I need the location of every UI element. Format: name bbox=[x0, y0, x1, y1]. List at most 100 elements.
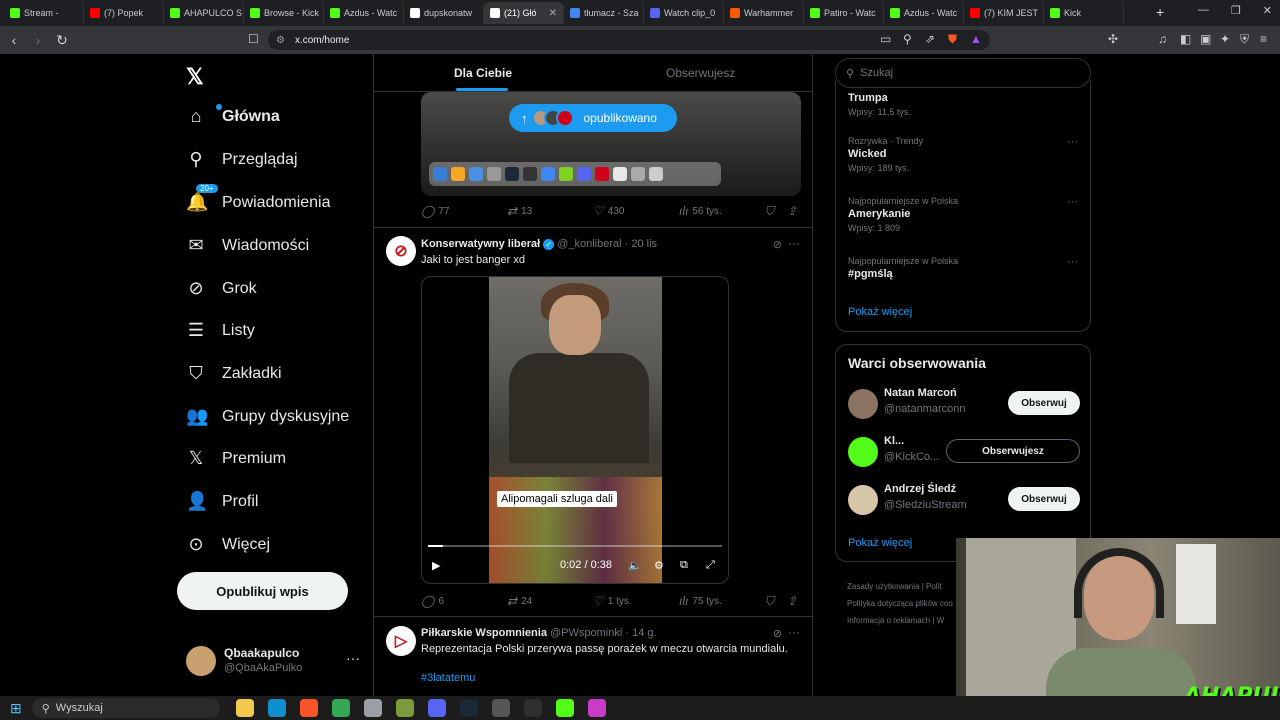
zoom-icon[interactable]: ⚲ bbox=[903, 32, 912, 46]
browser-tab[interactable]: dupskonatw bbox=[404, 2, 484, 24]
trend-item[interactable]: Rozrywka · Trendy Wicked Wpisy: 189 tys.… bbox=[848, 136, 1078, 173]
post-button[interactable]: Opublikuj wpis bbox=[177, 572, 348, 610]
more-options-icon[interactable]: ··· bbox=[1067, 256, 1078, 268]
more-options-icon[interactable]: ··· bbox=[346, 650, 360, 666]
app-icon[interactable] bbox=[363, 699, 382, 717]
windows-start-icon[interactable]: ⊞ bbox=[10, 700, 22, 717]
restore-icon[interactable]: ❐ bbox=[1231, 4, 1241, 17]
views-button[interactable]: ılı 56 tys. bbox=[679, 204, 722, 218]
follow-button[interactable]: Obserwuj bbox=[1008, 487, 1080, 511]
tab-following[interactable]: Obserwujesz bbox=[666, 66, 735, 80]
browser-tab[interactable]: Browse - Kick bbox=[244, 2, 324, 24]
account-switcher[interactable]: Qbaakapulco @QbaAkaPulko ··· bbox=[186, 644, 366, 678]
browser-tab[interactable]: Warhammer bbox=[724, 2, 804, 24]
nav-item-grok[interactable]: ⊘ Grok bbox=[186, 278, 256, 299]
nav-item-x-premium[interactable]: 𝕏 Premium bbox=[186, 448, 286, 469]
forward-icon[interactable]: › bbox=[28, 32, 48, 48]
like-button[interactable]: ♡ 430 bbox=[593, 204, 624, 218]
avatar[interactable]: ⊘ bbox=[386, 236, 416, 266]
suggested-account[interactable]: Natan Marcoń @natanmarconn Obserwuj bbox=[848, 387, 1080, 421]
back-icon[interactable]: ‹ bbox=[4, 32, 24, 48]
hashtag-link[interactable]: #3latatemu bbox=[421, 672, 475, 684]
brave-icon[interactable] bbox=[299, 699, 318, 717]
brave-shield-icon[interactable]: ⛊ bbox=[948, 32, 957, 47]
browser-tab[interactable]: Azdus - Watc bbox=[884, 2, 964, 24]
views-button[interactable]: ılı 75 tys. bbox=[679, 594, 722, 608]
sidebar-icon[interactable]: ◧ bbox=[1180, 32, 1191, 46]
footer-link[interactable]: Informacja o reklamach | W bbox=[847, 612, 953, 629]
avatar[interactable] bbox=[848, 485, 878, 515]
x-logo-icon[interactable]: 𝕏 bbox=[186, 64, 204, 90]
author-name[interactable]: Konserwatywny liberał bbox=[421, 238, 540, 250]
avatar[interactable] bbox=[848, 389, 878, 419]
file-explorer-icon[interactable] bbox=[235, 699, 254, 717]
author-handle[interactable]: @PWspominki bbox=[550, 627, 622, 639]
more-options-icon[interactable]: ··· bbox=[1067, 136, 1078, 148]
reply-button[interactable]: ◯ 77 bbox=[421, 204, 450, 218]
media-icon[interactable]: ♫ bbox=[1158, 32, 1167, 46]
nav-item-list[interactable]: ☰ Listy bbox=[186, 320, 255, 341]
suggested-account[interactable]: Andrzej Śledź @SledziuStream Obserwuj bbox=[848, 483, 1080, 517]
grok-explain-icon[interactable]: ⊘ bbox=[773, 238, 782, 251]
kick-icon[interactable] bbox=[555, 699, 574, 717]
nav-item-mail[interactable]: ✉ Wiadomości bbox=[186, 235, 309, 256]
menu-icon[interactable]: ≡ bbox=[1260, 32, 1267, 46]
repost-button[interactable]: ⇄ 24 bbox=[507, 594, 532, 608]
search-input[interactable]: ⚲ Szukaj bbox=[835, 58, 1091, 88]
reload-icon[interactable]: ↻ bbox=[52, 32, 72, 49]
bookmark-button[interactable]: ⛉ bbox=[765, 594, 774, 609]
following-button[interactable]: Obserwujesz bbox=[946, 439, 1080, 463]
trend-item[interactable]: Najpopularniejsze w Polska Amerykanie Wp… bbox=[848, 196, 1078, 233]
follow-button[interactable]: Obserwuj bbox=[1008, 391, 1080, 415]
footer-link[interactable]: Zasady użytkowania | Polit bbox=[847, 578, 953, 595]
edge-icon[interactable] bbox=[267, 699, 286, 717]
share-button[interactable]: ⇪ bbox=[787, 204, 797, 218]
volume-icon[interactable]: 🔈 bbox=[628, 559, 642, 572]
nav-item-bell[interactable]: 🔔 20+ Powiadomienia bbox=[186, 184, 331, 213]
grok-explain-icon[interactable]: ⊘ bbox=[773, 627, 782, 640]
wallet-icon[interactable]: ▣ bbox=[1200, 32, 1211, 46]
author-name[interactable]: Piłkarskie Wspomnienia bbox=[421, 627, 547, 639]
browser-tab[interactable]: Patiro - Watc bbox=[804, 2, 884, 24]
like-button[interactable]: ♡ 1 tys. bbox=[593, 594, 632, 608]
nav-item-home[interactable]: ⌂ Główna bbox=[186, 104, 280, 127]
browser-tab[interactable]: (21) Głó ✕ bbox=[484, 2, 564, 24]
minecraft-icon[interactable] bbox=[395, 699, 414, 717]
nav-item-bookmark[interactable]: ⛉ Zakładki bbox=[186, 363, 281, 384]
browser-tab[interactable]: AHAPULCO S bbox=[164, 2, 244, 24]
extensions-icon[interactable]: ✣ bbox=[1108, 32, 1118, 46]
share-button[interactable]: ⇪ bbox=[787, 594, 797, 608]
repost-button[interactable]: ⇄ 13 bbox=[507, 204, 532, 218]
vpn-icon[interactable]: ⛨ bbox=[1240, 32, 1249, 47]
nav-item-more-circle[interactable]: ⊙ Więcej bbox=[186, 534, 270, 555]
more-options-icon[interactable]: ··· bbox=[788, 236, 800, 250]
more-options-icon[interactable]: ··· bbox=[788, 625, 800, 639]
new-posts-pill[interactable]: ↑ opublikowano bbox=[509, 104, 677, 132]
bookmark-page-icon[interactable]: ☐ bbox=[248, 32, 259, 46]
browser-tab[interactable]: Stream - bbox=[4, 2, 84, 24]
app-icon[interactable] bbox=[587, 699, 606, 717]
trend-item[interactable]: Trumpa Wpisy: 11,5 tys. bbox=[848, 90, 1078, 117]
video-player[interactable]: Alipomagali szluga dali ▶ 0:02 / 0:38 🔈 … bbox=[421, 276, 729, 584]
site-info-icon[interactable]: ⚙ bbox=[276, 35, 285, 46]
share-icon[interactable]: ⇗ bbox=[925, 32, 935, 46]
browser-tab[interactable]: (7) Popek bbox=[84, 2, 164, 24]
author-handle[interactable]: @_konliberal bbox=[557, 238, 621, 250]
reply-button[interactable]: ◯ 6 bbox=[421, 594, 444, 608]
settings-icon[interactable]: ⚙ bbox=[654, 559, 664, 572]
new-tab-button[interactable]: + bbox=[1156, 4, 1164, 20]
taskbar-search[interactable]: ⚲ Wyszukaj bbox=[31, 698, 220, 718]
chrome-icon[interactable] bbox=[331, 699, 350, 717]
avatar[interactable]: ▷ bbox=[386, 626, 416, 656]
tab-for-you[interactable]: Dla Ciebie bbox=[454, 66, 512, 80]
suggested-account[interactable]: Kl... @KickCo... Obserwujesz bbox=[848, 435, 1080, 469]
nav-item-profile[interactable]: 👤 Profil bbox=[186, 491, 258, 512]
footer-link[interactable]: Polityka dotycząca plików coo bbox=[847, 595, 953, 612]
browser-tab[interactable]: (7) KIM JEST bbox=[964, 2, 1044, 24]
play-icon[interactable]: ▶ bbox=[432, 559, 440, 572]
show-more-follow-link[interactable]: Pokaż więcej bbox=[848, 537, 912, 549]
trend-item[interactable]: Najpopularniejsze w Polska #pgmślą ··· bbox=[848, 256, 1078, 280]
fullscreen-icon[interactable]: ⤢ bbox=[706, 559, 715, 572]
nav-item-communities[interactable]: 👥 Grupy dyskusyjne bbox=[186, 406, 349, 427]
steam-icon[interactable] bbox=[459, 699, 478, 717]
